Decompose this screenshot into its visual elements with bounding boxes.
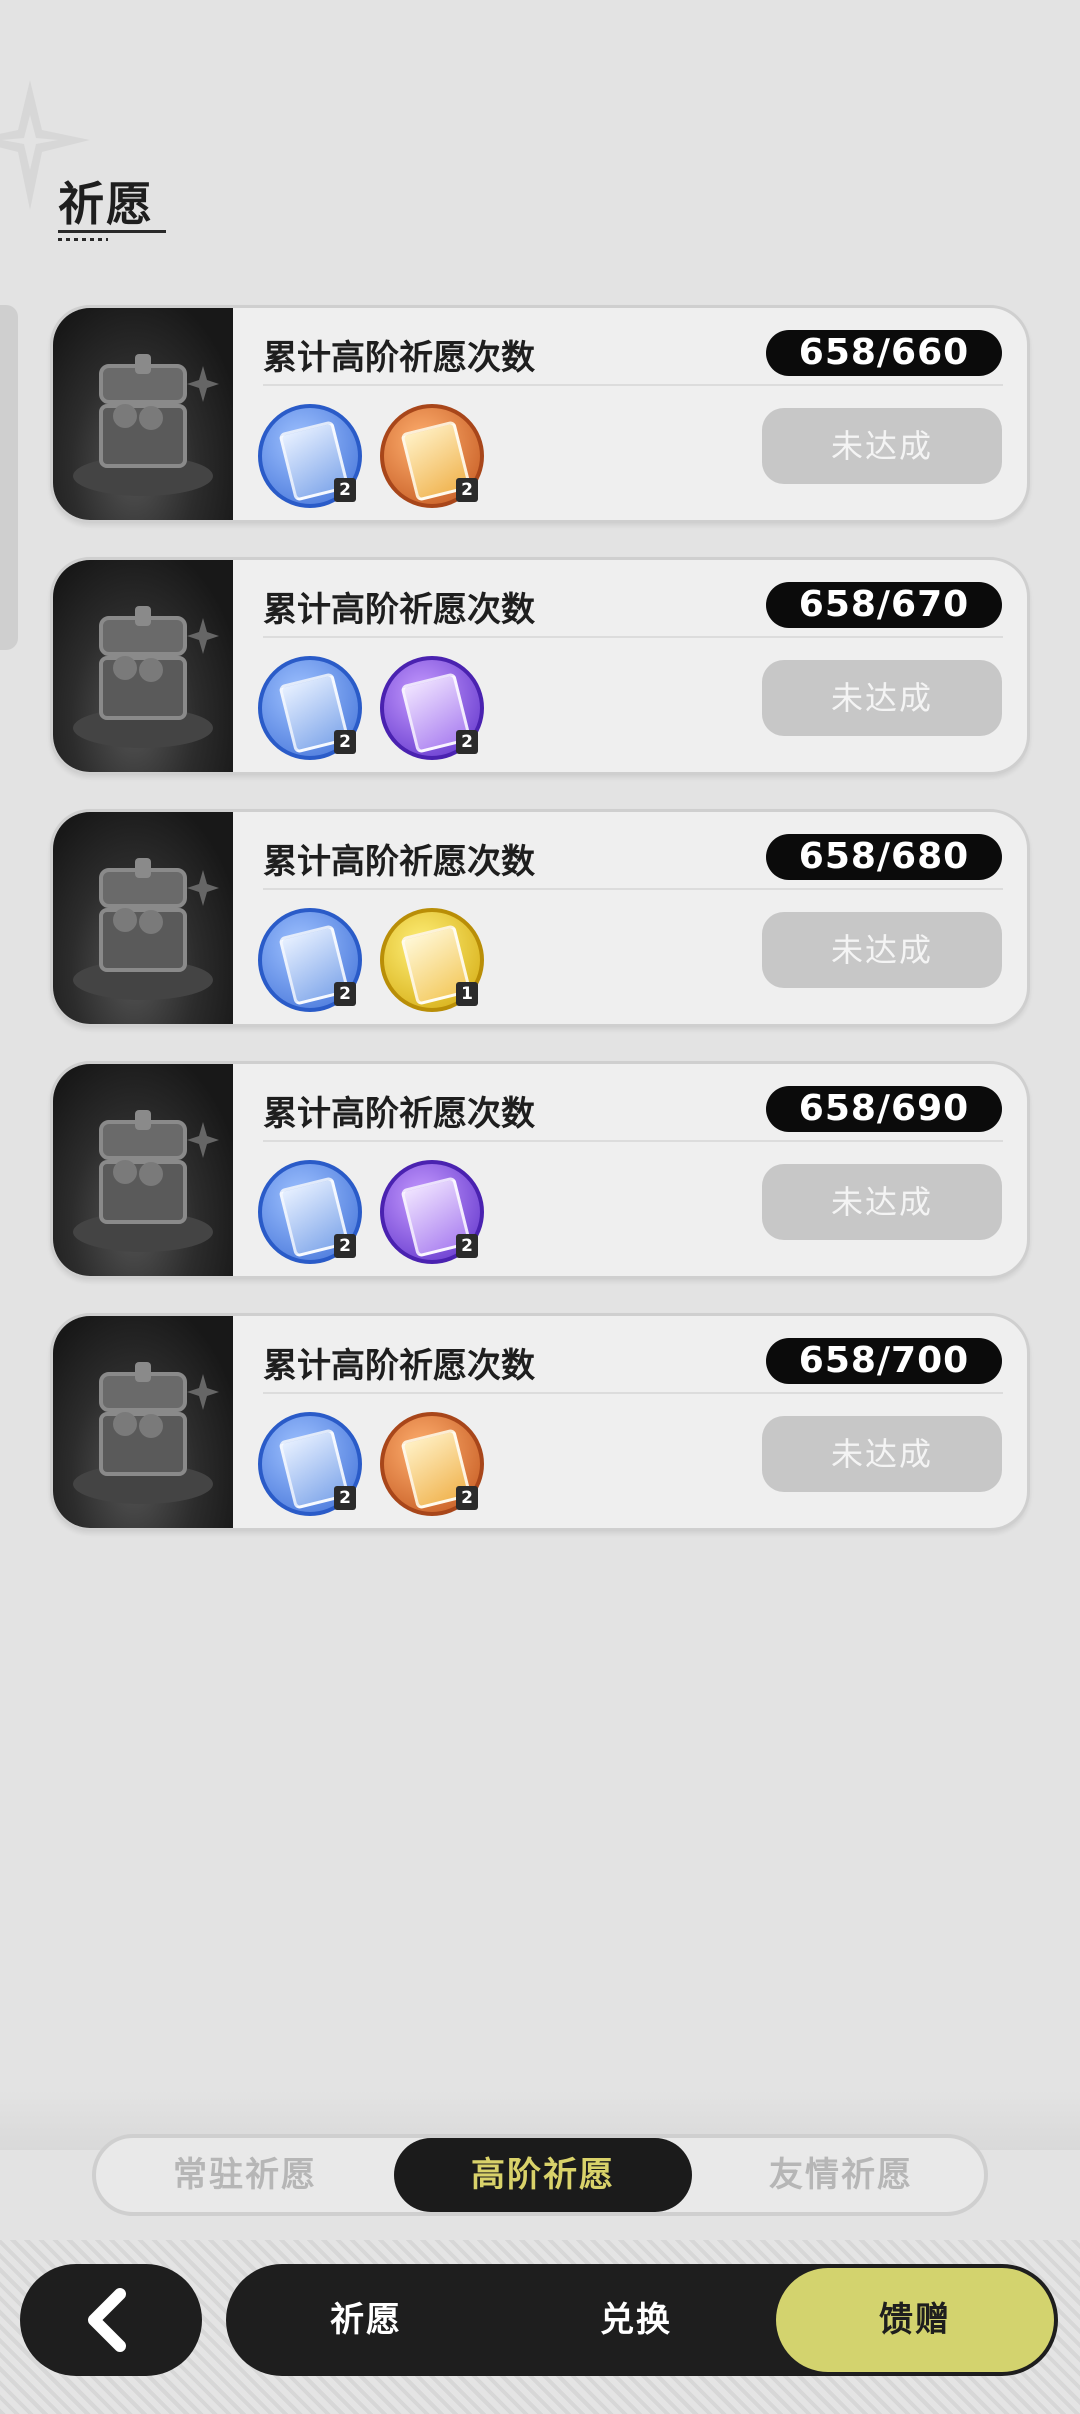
treasure-chest-icon (73, 1110, 219, 1252)
reward-orange-card[interactable]: 2 (380, 1412, 484, 1516)
nav-wish[interactable]: 祈愿 (266, 2264, 466, 2376)
reward-count: 2 (334, 1486, 356, 1510)
divider (263, 636, 1003, 638)
tab-advanced-wish[interactable]: 高阶祈愿 (394, 2138, 692, 2212)
milestone-title: 累计高阶祈愿次数 (263, 1094, 535, 1134)
reward-count: 2 (456, 1234, 478, 1258)
chest-thumbnail (53, 560, 233, 772)
reward-blue-card[interactable]: 2 (258, 656, 362, 760)
progress-badge: 658/680 (766, 834, 1002, 880)
milestone-card: 累计高阶祈愿次数 658/660 2 2 未达成 (50, 305, 1030, 523)
reward-count: 2 (334, 730, 356, 754)
divider (263, 1392, 1003, 1394)
nav-exchange[interactable]: 兑换 (536, 2264, 736, 2376)
treasure-chest-icon (73, 354, 219, 496)
side-drawer-handle[interactable] (0, 305, 18, 650)
milestone-card: 累计高阶祈愿次数 658/670 2 2 未达成 (50, 557, 1030, 775)
progress-badge: 658/700 (766, 1338, 1002, 1384)
claim-button[interactable]: 未达成 (762, 660, 1002, 736)
reward-blue-card[interactable]: 2 (258, 908, 362, 1012)
treasure-chest-icon (73, 1362, 219, 1504)
milestone-card: 累计高阶祈愿次数 658/690 2 2 未达成 (50, 1061, 1030, 1279)
treasure-chest-icon (73, 858, 219, 1000)
back-button[interactable] (20, 2264, 202, 2376)
tab-standard-wish[interactable]: 常驻祈愿 (96, 2138, 394, 2212)
milestone-list: 累计高阶祈愿次数 658/660 2 2 未达成 累计高阶祈愿次数 658/67… (50, 305, 1030, 1565)
reward-orange-card[interactable]: 2 (380, 404, 484, 508)
chest-thumbnail (53, 308, 233, 520)
treasure-chest-icon (73, 606, 219, 748)
title-underline (58, 230, 166, 233)
nav-gift[interactable]: 馈赠 (776, 2268, 1054, 2372)
reward-count: 2 (334, 1234, 356, 1258)
claim-button[interactable]: 未达成 (762, 408, 1002, 484)
chest-thumbnail (53, 1064, 233, 1276)
milestone-title: 累计高阶祈愿次数 (263, 1346, 535, 1386)
divider (263, 1140, 1003, 1142)
reward-blue-card[interactable]: 2 (258, 1412, 362, 1516)
milestone-card: 累计高阶祈愿次数 658/680 2 1 未达成 (50, 809, 1030, 1027)
progress-badge: 658/670 (766, 582, 1002, 628)
claim-button[interactable]: 未达成 (762, 1164, 1002, 1240)
claim-button[interactable]: 未达成 (762, 1416, 1002, 1492)
page-title: 祈愿 (58, 177, 154, 231)
chest-thumbnail (53, 1316, 233, 1528)
reward-blue-card[interactable]: 2 (258, 1160, 362, 1264)
reward-count: 1 (456, 982, 478, 1006)
progress-badge: 658/690 (766, 1086, 1002, 1132)
reward-blue-card[interactable]: 2 (258, 404, 362, 508)
divider (263, 384, 1003, 386)
milestone-card: 累计高阶祈愿次数 658/700 2 2 未达成 (50, 1313, 1030, 1531)
reward-purple-card[interactable]: 2 (380, 1160, 484, 1264)
reward-gold-card[interactable]: 1 (380, 908, 484, 1012)
reward-count: 2 (456, 1486, 478, 1510)
reward-count: 2 (334, 478, 356, 502)
bottom-nav: 祈愿 兑换 馈赠 (226, 2264, 1058, 2376)
milestone-title: 累计高阶祈愿次数 (263, 338, 535, 378)
wish-type-tabs: 常驻祈愿 高阶祈愿 友情祈愿 (92, 2134, 988, 2216)
reward-count: 2 (456, 478, 478, 502)
claim-button[interactable]: 未达成 (762, 912, 1002, 988)
tab-friendship-wish[interactable]: 友情祈愿 (692, 2138, 990, 2212)
reward-count: 2 (456, 730, 478, 754)
progress-badge: 658/660 (766, 330, 1002, 376)
reward-count: 2 (334, 982, 356, 1006)
chevron-left-icon (88, 2288, 126, 2352)
title-dots (58, 238, 108, 241)
milestone-title: 累计高阶祈愿次数 (263, 590, 535, 630)
reward-purple-card[interactable]: 2 (380, 656, 484, 760)
milestone-title: 累计高阶祈愿次数 (263, 842, 535, 882)
chest-thumbnail (53, 812, 233, 1024)
divider (263, 888, 1003, 890)
